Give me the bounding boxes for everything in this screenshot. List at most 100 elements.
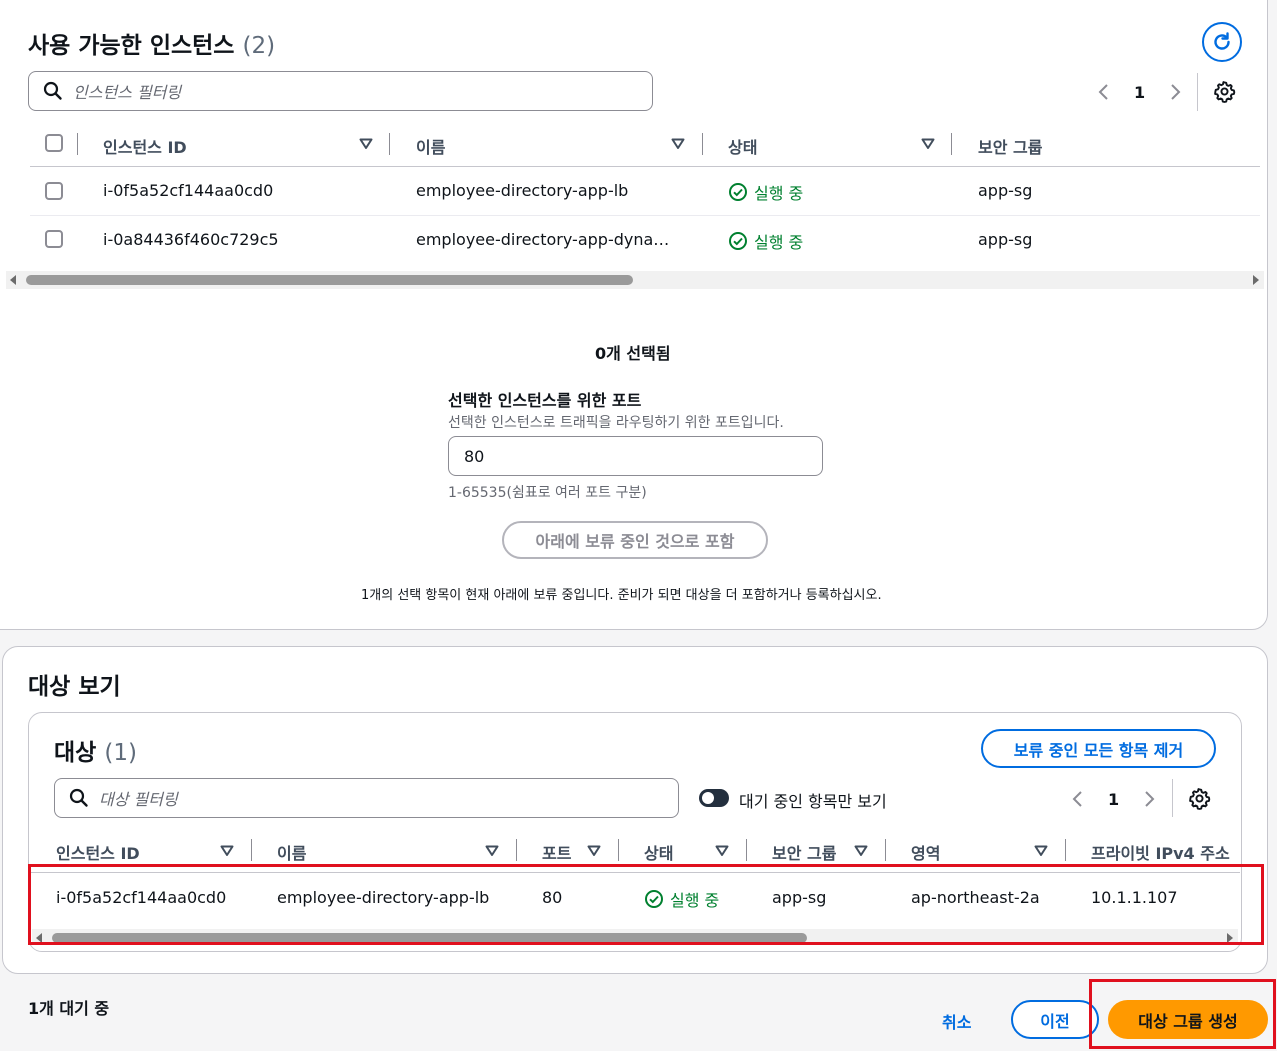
remove-all-pending-label: 보류 중인 모든 항목 제거 bbox=[1013, 740, 1184, 760]
column-divider bbox=[251, 839, 252, 861]
previous-label: 이전 bbox=[1040, 1011, 1070, 1031]
column-header-status[interactable]: 상태 bbox=[644, 840, 673, 864]
security-group: app-sg bbox=[978, 181, 1033, 200]
check-circle-icon bbox=[729, 232, 747, 250]
row-checkbox[interactable] bbox=[45, 182, 63, 200]
check-circle-icon bbox=[645, 890, 663, 908]
column-divider bbox=[1065, 839, 1066, 861]
port-label: 선택한 인스턴스를 위한 포트 bbox=[448, 391, 642, 410]
instance-filter-placeholder: 인스턴스 필터링 bbox=[73, 83, 182, 102]
review-targets-heading: 대상 보기 bbox=[28, 674, 121, 700]
targets-count: (1) bbox=[104, 740, 137, 766]
cancel-button[interactable]: 취소 bbox=[942, 1009, 971, 1033]
column-header-instance-id[interactable]: 인스턴스 ID bbox=[56, 840, 140, 864]
port-input-value: 80 bbox=[464, 446, 485, 466]
settings-gear-icon[interactable] bbox=[1188, 787, 1211, 810]
security-group: app-sg bbox=[772, 888, 827, 907]
targets-title: 대상 bbox=[54, 740, 97, 766]
target-filter-placeholder: 대상 필터링 bbox=[99, 790, 178, 809]
scrollbar-thumb[interactable] bbox=[52, 933, 807, 943]
instances-pagination: 1 bbox=[1096, 77, 1183, 107]
select-all-checkbox[interactable] bbox=[45, 134, 63, 152]
column-divider bbox=[618, 839, 619, 861]
status-badge: 실행 중 bbox=[728, 229, 803, 253]
column-header-name[interactable]: 이름 bbox=[416, 134, 445, 158]
header-divider bbox=[30, 872, 1240, 873]
status-text: 실행 중 bbox=[754, 233, 804, 252]
column-divider bbox=[746, 839, 747, 861]
status-text: 실행 중 bbox=[754, 184, 804, 203]
chevron-left-icon[interactable] bbox=[1096, 82, 1112, 102]
refresh-button[interactable] bbox=[1202, 22, 1242, 62]
check-circle-icon bbox=[729, 183, 747, 201]
sort-down-icon[interactable] bbox=[359, 138, 373, 150]
settings-gear-icon[interactable] bbox=[1213, 80, 1236, 103]
chevron-right-icon[interactable] bbox=[1167, 82, 1183, 102]
column-header-security-group[interactable]: 보안 그룹 bbox=[772, 840, 836, 864]
scroll-right-arrow-icon[interactable] bbox=[1251, 274, 1261, 286]
sort-down-icon[interactable] bbox=[671, 138, 685, 150]
header-divider bbox=[30, 166, 1260, 167]
status-badge: 실행 중 bbox=[644, 887, 719, 911]
column-header-private-ip[interactable]: 프라이빗 IPv4 주소 bbox=[1091, 840, 1230, 864]
scrollbar-thumb[interactable] bbox=[26, 275, 633, 285]
available-instances-title: 사용 가능한 인스턴스 bbox=[28, 33, 235, 59]
column-divider bbox=[77, 133, 78, 155]
current-page[interactable]: 1 bbox=[1134, 83, 1145, 102]
refresh-icon bbox=[1214, 32, 1230, 50]
sort-down-icon[interactable] bbox=[715, 845, 729, 857]
targets-pagination: 1 bbox=[1070, 784, 1157, 814]
scroll-left-arrow-icon[interactable] bbox=[8, 274, 18, 286]
chevron-left-icon[interactable] bbox=[1070, 789, 1086, 809]
status-badge: 실행 중 bbox=[728, 180, 803, 204]
status-text: 실행 중 bbox=[670, 891, 720, 910]
column-divider bbox=[885, 839, 886, 861]
sort-down-icon[interactable] bbox=[921, 138, 935, 150]
instance-id: i-0f5a52cf144aa0cd0 bbox=[56, 888, 227, 907]
available-instances-count: (2) bbox=[242, 33, 276, 59]
sort-down-icon[interactable] bbox=[485, 845, 499, 857]
sort-down-icon[interactable] bbox=[587, 845, 601, 857]
column-header-instance-id[interactable]: 인스턴스 ID bbox=[103, 134, 187, 158]
scroll-right-arrow-icon[interactable] bbox=[1225, 932, 1235, 944]
include-as-pending-button[interactable]: 아래에 보류 중인 것으로 포함 bbox=[502, 521, 768, 559]
row-checkbox[interactable] bbox=[45, 230, 63, 248]
create-target-group-button[interactable]: 대상 그룹 생성 bbox=[1108, 1000, 1268, 1039]
port-hint: 1-65535(쉼표로 여러 포트 구분) bbox=[448, 485, 647, 501]
column-header-security-group[interactable]: 보안 그룹 bbox=[978, 134, 1042, 158]
sort-down-icon[interactable] bbox=[1034, 845, 1048, 857]
scroll-left-arrow-icon[interactable] bbox=[34, 932, 44, 944]
remove-all-pending-button[interactable]: 보류 중인 모든 항목 제거 bbox=[981, 729, 1216, 768]
pending-only-label: 대기 중인 항목만 보기 bbox=[739, 792, 887, 811]
instance-name: employee-directory-app-lb bbox=[416, 181, 629, 200]
column-divider bbox=[516, 839, 517, 861]
column-divider bbox=[389, 133, 390, 155]
pending-only-toggle[interactable] bbox=[699, 789, 729, 807]
column-header-name[interactable]: 이름 bbox=[277, 840, 306, 864]
instance-name: employee-directory-app-dyna… bbox=[416, 230, 670, 249]
port-description: 선택한 인스턴스로 트래픽을 라우팅하기 위한 포트입니다. bbox=[448, 415, 784, 431]
previous-button[interactable]: 이전 bbox=[1011, 1000, 1099, 1039]
availability-zone: ap-northeast-2a bbox=[911, 888, 1040, 907]
include-as-pending-label: 아래에 보류 중인 것으로 포함 bbox=[535, 532, 735, 551]
column-header-status[interactable]: 상태 bbox=[728, 134, 757, 158]
instance-name: employee-directory-app-lb bbox=[277, 888, 490, 907]
chevron-right-icon[interactable] bbox=[1141, 789, 1157, 809]
selected-count: 0개 선택됨 bbox=[595, 344, 671, 363]
port-input[interactable]: 80 bbox=[448, 436, 823, 476]
sort-down-icon[interactable] bbox=[220, 845, 234, 857]
row-divider bbox=[30, 215, 1260, 216]
column-header-port[interactable]: 포트 bbox=[542, 840, 571, 864]
instance-id: i-0a84436f460c729c5 bbox=[103, 230, 279, 249]
column-divider bbox=[702, 133, 703, 155]
create-target-group-label: 대상 그룹 생성 bbox=[1138, 1011, 1238, 1031]
instance-filter-input[interactable]: 인스턴스 필터링 bbox=[28, 71, 653, 111]
column-header-zone[interactable]: 영역 bbox=[911, 840, 940, 864]
target-filter-input[interactable]: 대상 필터링 bbox=[54, 778, 679, 818]
search-icon bbox=[43, 81, 62, 100]
current-page[interactable]: 1 bbox=[1108, 790, 1119, 809]
pager-divider bbox=[1197, 73, 1198, 111]
search-icon bbox=[69, 788, 88, 807]
sort-down-icon[interactable] bbox=[854, 845, 868, 857]
pending-count: 1개 대기 중 bbox=[28, 999, 110, 1018]
